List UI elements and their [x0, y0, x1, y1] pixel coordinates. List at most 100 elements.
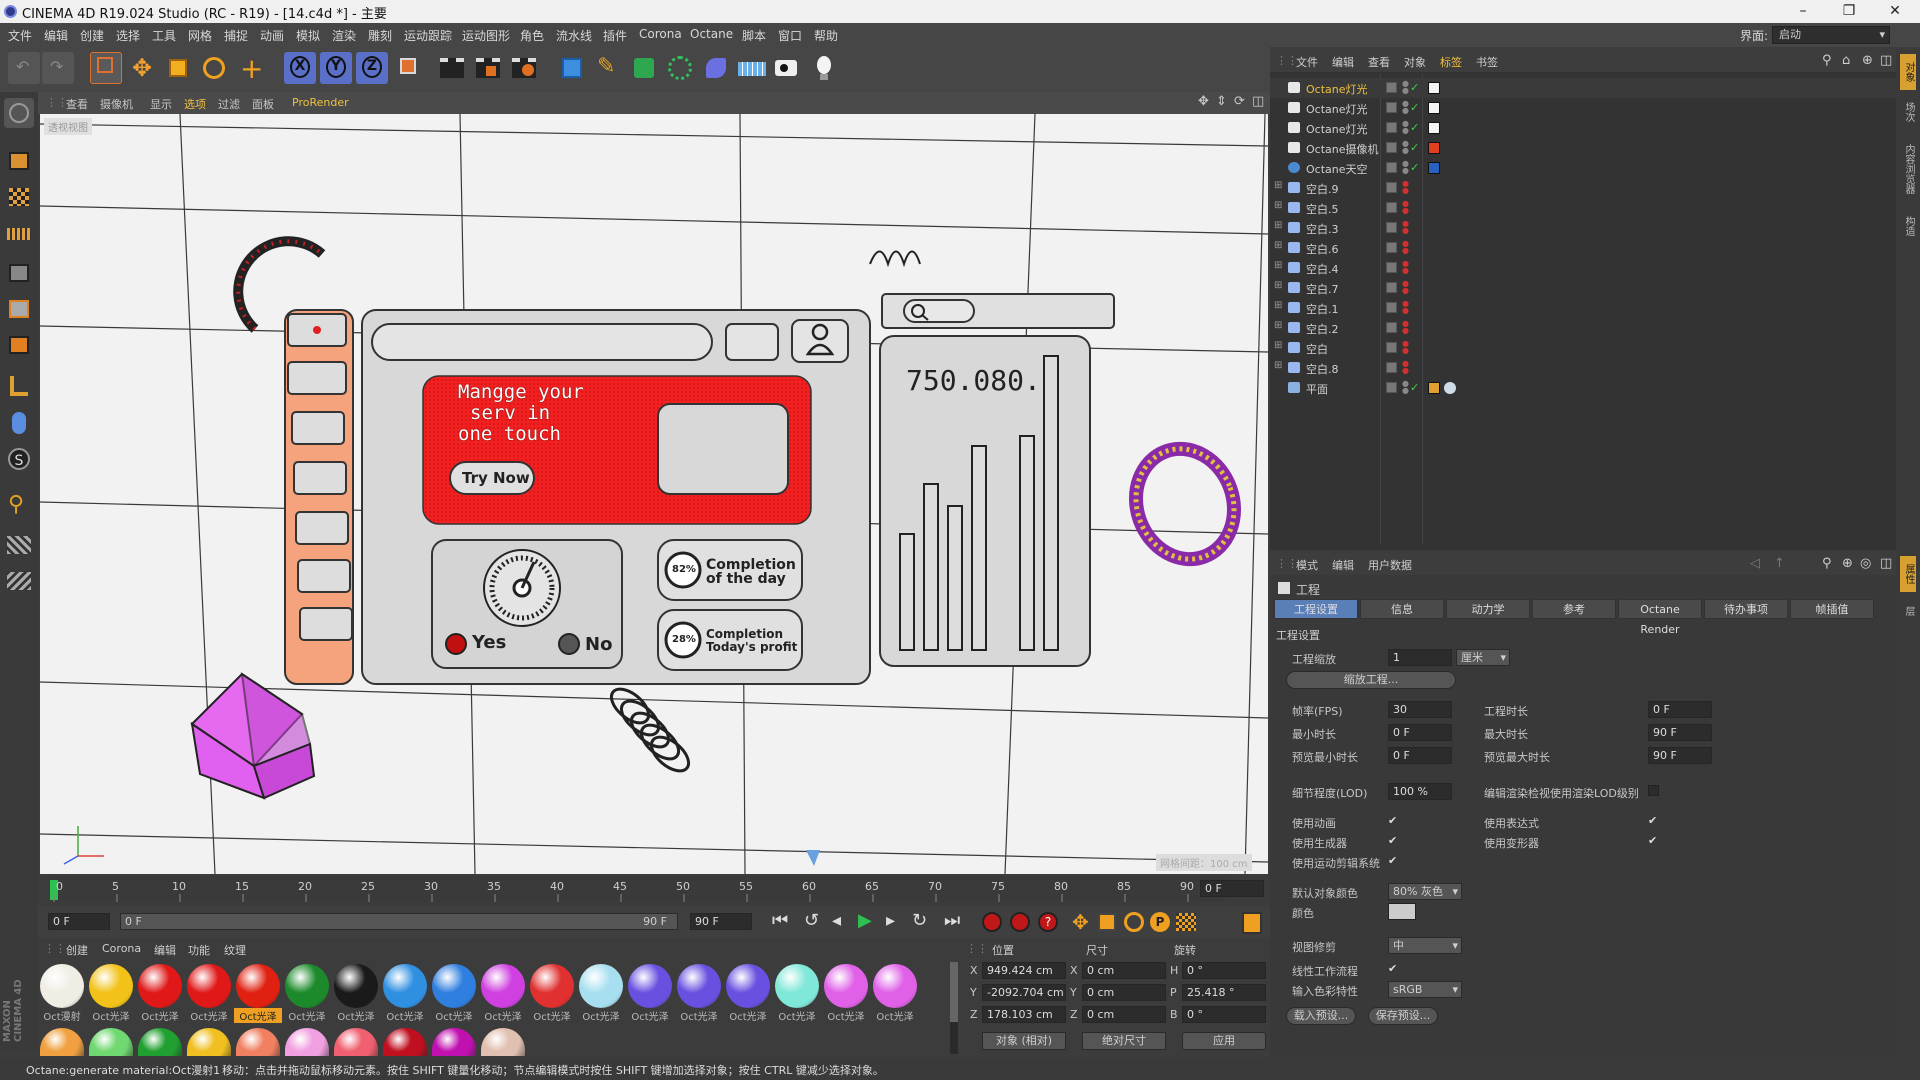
scale-value-field[interactable]: 1	[1388, 649, 1452, 666]
preview-min-field[interactable]: 0 F	[1388, 747, 1452, 764]
sky-tag-icon[interactable]	[1428, 162, 1440, 174]
timeline-window-icon[interactable]	[1242, 912, 1262, 934]
menu-motion-tracking[interactable]: 运动跟踪	[404, 27, 452, 44]
layer-icon[interactable]	[1386, 162, 1397, 173]
object-name[interactable]: Octane灯光	[1306, 101, 1368, 117]
material-swatch[interactable]	[775, 964, 819, 1008]
visibility-dots-icon[interactable]: ● ●	[1402, 340, 1409, 355]
size-y-field[interactable]: 0 cm	[1082, 984, 1166, 1001]
menu-tools[interactable]: 工具	[152, 27, 176, 44]
enabled-check-icon[interactable]: ✓	[1410, 141, 1419, 154]
new-view-icon[interactable]: ⊕	[1862, 53, 1873, 68]
layer-icon[interactable]	[1386, 262, 1397, 273]
enabled-check-icon[interactable]: ✓	[1410, 121, 1419, 134]
material-tag-icon[interactable]	[1444, 382, 1456, 394]
material-swatch[interactable]	[40, 964, 84, 1008]
linear-workflow-checkbox[interactable]: ✔	[1388, 963, 1400, 975]
mat-menu-texture[interactable]: 纹理	[224, 942, 246, 958]
menu-snap[interactable]: 捕捉	[224, 27, 248, 44]
material-scrollbar[interactable]	[950, 962, 958, 1054]
menu-sculpt[interactable]: 雕刻	[368, 27, 392, 44]
material-swatch[interactable]	[481, 1028, 525, 1056]
object-row[interactable]: ⊞ 空白.8 ● ●	[1270, 358, 1896, 378]
visibility-dots-icon[interactable]: ● ●	[1402, 360, 1409, 375]
material-swatch[interactable]	[726, 964, 770, 1008]
layer-icon[interactable]	[1386, 342, 1397, 353]
expand-icon[interactable]: ⊞	[1274, 240, 1282, 251]
position-x-field[interactable]: 949.424 cm	[982, 962, 1066, 979]
live-select-icon[interactable]	[90, 52, 122, 84]
visibility-dots-icon[interactable]: ● ●	[1402, 320, 1409, 335]
attr-menu-userdata[interactable]: 用户数据	[1368, 557, 1412, 573]
layer-icon[interactable]	[1386, 82, 1397, 93]
material-swatch[interactable]	[187, 1028, 231, 1056]
menu-pipeline[interactable]: 流水线	[556, 27, 592, 44]
axis-mode-icon[interactable]	[4, 372, 34, 402]
y-axis-icon[interactable]: Y	[320, 52, 352, 84]
object-row[interactable]: ⊞ 空白.1 ● ●	[1270, 298, 1896, 318]
edges-mode-icon[interactable]	[4, 294, 34, 324]
object-row[interactable]: Octane灯光 ● ● ✓	[1270, 78, 1896, 98]
view-clip-dropdown[interactable]: 中 ▾	[1388, 937, 1462, 954]
menu-corona[interactable]: Corona	[639, 27, 682, 41]
layer-icon[interactable]	[1386, 142, 1397, 153]
panel-toggle-icon[interactable]: ◫	[1880, 53, 1892, 68]
cube-primitive-icon[interactable]	[556, 52, 588, 84]
material-swatch[interactable]	[40, 1028, 84, 1056]
apply-button[interactable]: 应用	[1182, 1032, 1266, 1050]
object-row[interactable]: ⊞ 空白.5 ● ●	[1270, 198, 1896, 218]
object-name[interactable]: Octane灯光	[1306, 81, 1368, 97]
material-swatch[interactable]	[383, 1028, 427, 1056]
object-row[interactable]: ⊞ 空白.9 ● ●	[1270, 178, 1896, 198]
material-swatch[interactable]	[677, 964, 721, 1008]
pen-spline-icon[interactable]: ✎	[592, 52, 624, 84]
menu-animate[interactable]: 动画	[260, 27, 284, 44]
tab-takes[interactable]: 场次	[1900, 94, 1916, 130]
viewport-menu-display[interactable]: 显示	[150, 96, 172, 112]
maximize-button[interactable]: ❐	[1826, 0, 1872, 23]
viewport-zoom-icon[interactable]: ⇕	[1216, 94, 1227, 109]
mat-menu-corona[interactable]: Corona	[102, 942, 141, 955]
home-icon[interactable]: ⌂	[1842, 53, 1850, 68]
mat-menu-create[interactable]: 创建	[66, 942, 88, 958]
object-name[interactable]: 空白.6	[1306, 241, 1339, 257]
key-pla-icon[interactable]	[1176, 913, 1196, 931]
tab-objects[interactable]: 对象	[1900, 54, 1916, 90]
object-name[interactable]: 平面	[1306, 381, 1328, 397]
visibility-dots-icon[interactable]: ● ●	[1402, 200, 1409, 215]
obj-menu-view[interactable]: 查看	[1368, 54, 1390, 70]
scale-unit-dropdown[interactable]: 厘米 ▾	[1456, 649, 1510, 666]
material-swatch[interactable]	[383, 964, 427, 1008]
material-swatch[interactable]	[285, 964, 329, 1008]
snap-icon[interactable]: S	[4, 444, 34, 474]
material-swatch[interactable]	[236, 1028, 280, 1056]
viewport-menu-panel[interactable]: 面板	[252, 96, 274, 112]
menu-character[interactable]: 角色	[520, 27, 544, 44]
menu-file[interactable]: 文件	[8, 27, 32, 44]
viewport-menu-filter[interactable]: 过滤	[218, 96, 240, 112]
material-swatch[interactable]	[187, 964, 231, 1008]
visibility-dots-icon[interactable]: ● ●	[1402, 260, 1409, 275]
material-swatch[interactable]	[334, 1028, 378, 1056]
viewport-menu-options[interactable]: 选项	[184, 96, 206, 112]
tab-octane-render[interactable]: Octane Render	[1618, 599, 1702, 636]
perspective-viewport[interactable]: 透视视图 网格间距：100 cm Mangge your serv in one…	[40, 114, 1268, 874]
coord-mode-dropdown[interactable]: 对象 (相对)	[982, 1032, 1066, 1050]
transform-icon[interactable]: +	[234, 52, 266, 85]
attr-lock-icon[interactable]: ⊕	[1842, 556, 1853, 571]
floor-icon[interactable]	[736, 52, 768, 84]
input-color-dropdown[interactable]: sRGB ▾	[1388, 981, 1462, 998]
render-view-icon[interactable]	[436, 52, 468, 84]
render-lod-checkbox[interactable]	[1648, 785, 1659, 796]
default-color-dropdown[interactable]: 80% 灰色 ▾	[1388, 883, 1462, 900]
menu-help[interactable]: 帮助	[814, 27, 838, 44]
attr-menu-mode[interactable]: 模式	[1296, 557, 1318, 573]
viewport-menu-view[interactable]: 查看	[66, 96, 88, 112]
object-row[interactable]: ⊞ 空白.4 ● ●	[1270, 258, 1896, 278]
material-swatch[interactable]	[89, 964, 133, 1008]
layer-icon[interactable]	[1386, 202, 1397, 213]
object-row[interactable]: ⊞ 空白.6 ● ●	[1270, 238, 1896, 258]
tab-dynamics[interactable]: 动力学	[1446, 599, 1530, 619]
attr-target-icon[interactable]: ◎	[1860, 556, 1871, 571]
object-name[interactable]: 空白.7	[1306, 281, 1339, 297]
